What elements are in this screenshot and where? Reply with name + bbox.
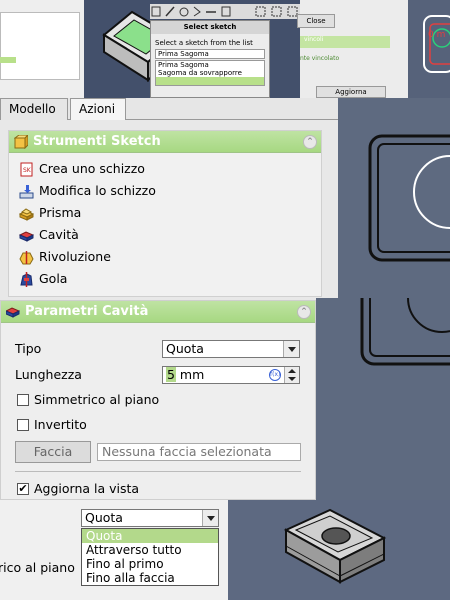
select-sketch-prompt: Select a sketch from the list (155, 39, 253, 47)
dropdown-option-fino-al-primo[interactable]: Fino al primo (82, 557, 218, 571)
select-sketch-item[interactable]: Prima Sagoma (156, 61, 264, 69)
tab-azioni[interactable]: Azioni (70, 98, 126, 121)
revolution-icon (19, 251, 34, 265)
collapse-sketch-tools-icon[interactable]: ⌃ (303, 135, 317, 149)
cmd-label: Gola (39, 271, 68, 286)
simmetrico-label: Simmetrico al piano (34, 392, 160, 407)
constraints-header: vincoli (300, 36, 390, 48)
cmd-gola[interactable]: Gola (19, 269, 67, 289)
pocket-parameters-header[interactable]: Parametri Cavità ⌃ (1, 301, 315, 323)
lunghezza-label: Lunghezza (15, 367, 82, 382)
sketch-tools-icon (14, 135, 28, 149)
close-button[interactable]: Close (297, 14, 335, 28)
tab-modello[interactable]: Modello (0, 98, 68, 120)
pocket-icon (6, 307, 20, 318)
lunghezza-number: 5 (166, 367, 176, 382)
sketch-new-icon: SK (20, 162, 33, 177)
3d-viewport-top[interactable] (338, 98, 450, 298)
cmd-label: Crea uno schizzo (39, 161, 145, 176)
svg-text:SK: SK (23, 167, 32, 174)
3d-viewport-bottom[interactable] (228, 500, 450, 600)
cmd-label: Prisma (39, 205, 82, 220)
cmd-rivoluzione[interactable]: Rivoluzione (19, 247, 111, 267)
cmd-prisma[interactable]: Prisma (19, 203, 81, 223)
spin-down-icon[interactable] (288, 377, 296, 381)
cmd-label: Rivoluzione (39, 249, 111, 264)
dropdown-option-fino-alla-faccia[interactable]: Fino alla faccia (82, 571, 218, 585)
invertito-label: Invertito (34, 417, 87, 432)
invertito-checkbox[interactable] (17, 419, 29, 431)
sketch-toolbar (150, 4, 300, 19)
pad-icon (19, 208, 34, 221)
pocket-parameters-box: Parametri Cavità ⌃ Tipo Quota Lunghezza … (0, 300, 316, 500)
sketch-edit-icon (19, 185, 34, 199)
cmd-cavita[interactable]: Cavità (19, 225, 79, 245)
collapse-pocket-params-icon[interactable]: ⌃ (297, 305, 311, 319)
type-combo-zoomed[interactable]: Quota (81, 509, 219, 527)
select-sketch-title: Select sketch (151, 21, 269, 34)
cmd-crea-schizzo[interactable]: SK Crea uno schizzo (19, 159, 145, 179)
faccia-field[interactable]: Nessuna faccia selezionata (97, 443, 301, 461)
separator (15, 471, 301, 472)
dimension-label: 0 m (428, 30, 446, 40)
faccia-button[interactable]: Faccia (15, 441, 91, 463)
tipo-combo-value: Quota (166, 341, 204, 356)
spin-up-icon[interactable] (288, 369, 296, 373)
sketch-tools-header[interactable]: Strumenti Sketch ⌃ (9, 131, 321, 153)
simmetrico-checkbox[interactable] (17, 394, 29, 406)
dropdown-option-attraverso-tutto[interactable]: Attraverso tutto (82, 543, 218, 557)
zoomed-dropdown-strip: Quota Quota Attraverso tutto Fino al pri… (0, 500, 450, 600)
select-sketch-item-selected[interactable] (156, 77, 264, 85)
tipo-label: Tipo (15, 341, 42, 356)
tree-list (0, 12, 80, 80)
type-combo-zoomed-value: Quota (85, 510, 123, 525)
groove-icon (20, 272, 33, 287)
chevron-down-icon[interactable] (283, 341, 299, 357)
sketch-tools-icons (151, 6, 298, 17)
lunghezza-spinbox[interactable]: 5 mm f(x) (162, 366, 300, 384)
chevron-down-icon[interactable] (202, 510, 218, 526)
aggiorna-vista-label: Aggiorna la vista (34, 481, 140, 496)
dropdown-option-quota[interactable]: Quota (82, 529, 218, 543)
3d-viewport-middle[interactable] (316, 298, 450, 500)
tree-selection (0, 57, 16, 63)
select-sketch-item[interactable]: Sagoma da sovrapporre (156, 69, 264, 77)
select-sketch-dialog: Select sketch Select a sketch from the l… (150, 20, 270, 98)
part-outline-icon (360, 298, 450, 366)
expression-fx-icon[interactable]: f(x) (269, 369, 281, 381)
sketch-tools-box: Strumenti Sketch ⌃ SK Crea uno schizzo M… (8, 130, 322, 297)
tipo-combo[interactable]: Quota (162, 340, 300, 358)
top-screenshot-strip: Select sketch Select a sketch from the l… (0, 0, 450, 98)
spin-buttons[interactable] (284, 367, 299, 383)
pocket-icon (19, 231, 34, 242)
tree-thumbnail (0, 0, 84, 98)
sketch-tools-title: Strumenti Sketch (33, 134, 161, 149)
cmd-label: Modifica lo schizzo (39, 183, 156, 198)
type-dropdown-list[interactable]: Quota Attraverso tutto Fino al primo Fin… (81, 528, 219, 586)
select-sketch-combo[interactable]: Prima Sagoma (155, 49, 265, 59)
combo-view-tabs: Modello Azioni (0, 98, 338, 121)
viewport-thumbnail: Select sketch Select a sketch from the l… (84, 0, 300, 98)
sketch-view-thumbnail: 0 m (408, 0, 450, 98)
cmd-label: Cavità (39, 227, 79, 242)
simmetrico-label-clipped: rico al piano (0, 560, 75, 575)
part-outline-icon (368, 134, 450, 262)
pocket-parameters-title: Parametri Cavità (25, 304, 149, 319)
constraints-status: nte vincolato (300, 55, 340, 62)
select-sketch-combo-value: Prima Sagoma (158, 50, 209, 58)
pocketed-box-model-icon (283, 508, 387, 584)
select-sketch-list[interactable]: Prima Sagoma Sagoma da sovrapporre (155, 60, 265, 86)
aggiorna-button[interactable]: Aggiorna (316, 86, 386, 98)
lunghezza-unit: mm (175, 367, 205, 382)
aggiorna-vista-checkbox[interactable]: ✔ (17, 483, 29, 495)
cmd-modifica-schizzo[interactable]: Modifica lo schizzo (19, 181, 156, 201)
sketch-shape-icon (423, 15, 450, 73)
